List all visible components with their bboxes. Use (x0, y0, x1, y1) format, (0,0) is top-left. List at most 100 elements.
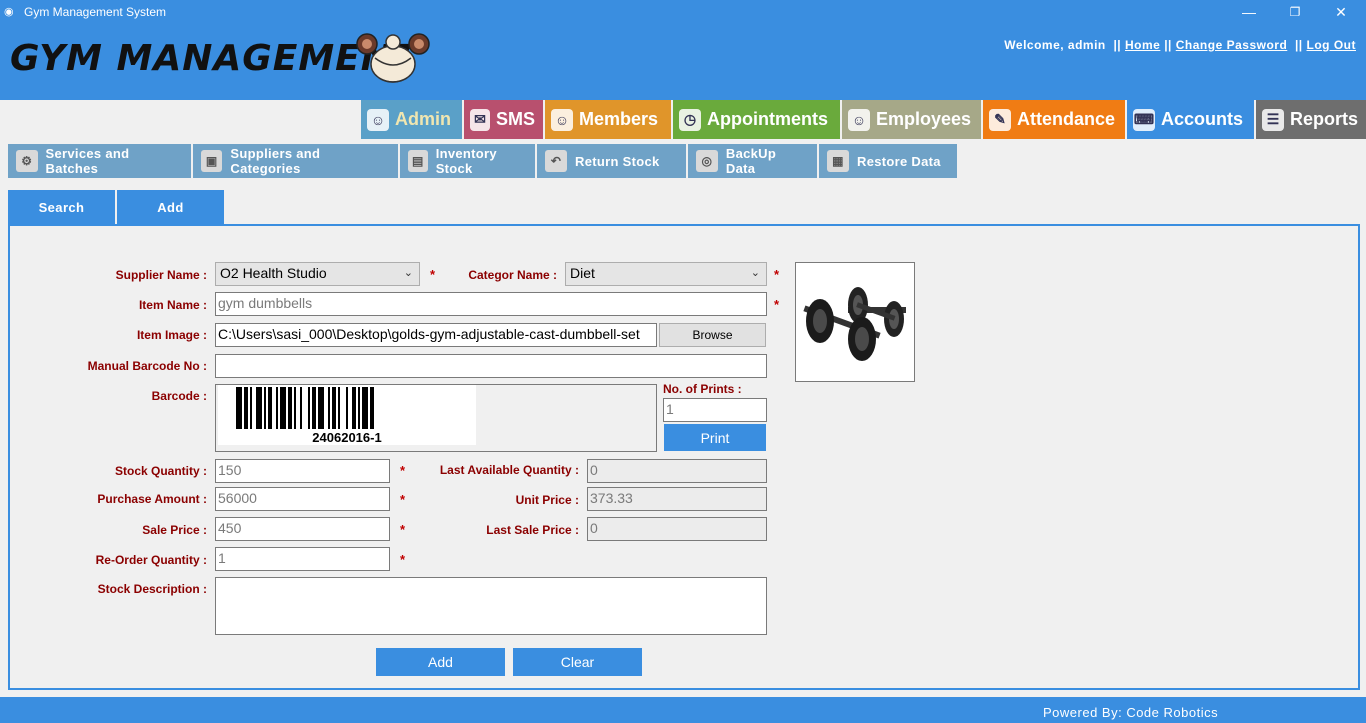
members-icon: ☺ (551, 108, 573, 131)
unit-price-label: Unit Price : (515, 493, 579, 507)
unit-price-input[interactable]: 373.33 (587, 487, 767, 511)
manual-barcode-label: Manual Barcode No : (87, 359, 207, 373)
logout-link[interactable]: Log Out (1307, 38, 1356, 52)
barcode-bar (362, 387, 368, 429)
restore-icon: ▦ (827, 150, 849, 172)
reorder-quantity-input[interactable]: 1 (215, 547, 390, 571)
barcode-bar (318, 387, 324, 429)
supplier-label: Supplier Name : (115, 268, 207, 282)
item-name-label: Item Name : (138, 298, 207, 312)
form-tabs: Search Add (8, 190, 224, 224)
subtab-restore-data[interactable]: ▦ Restore Data (819, 144, 957, 178)
minimize-button[interactable]: — (1226, 0, 1272, 24)
required-marker: * (400, 552, 406, 567)
tab-label: Admin (395, 109, 451, 129)
tab-appointments[interactable]: ◷ Appointments (673, 100, 840, 139)
barcode-bar (294, 387, 296, 429)
subtab-return-stock[interactable]: ↶ Return Stock (537, 144, 686, 178)
tab-add[interactable]: Add (117, 190, 224, 224)
sub-nav: ⚙ Services and Batches ▣ Suppliers and Cate… (8, 144, 957, 178)
required-marker: * (400, 522, 406, 537)
subtab-suppliers-and-categories[interactable]: ▣ Suppliers and Categories (193, 144, 398, 178)
tab-label: SMS (495, 109, 535, 129)
stock-description-input[interactable] (215, 577, 767, 635)
tab-admin[interactable]: ☺ Admin (361, 100, 462, 139)
prints-label: No. of Prints : (663, 382, 742, 396)
main-nav: ☺ Admin ✉ SMS ☺ Members ◷ Appointments ☺ Employee… (361, 100, 1366, 139)
tab-label: Attendance (1017, 109, 1116, 129)
subtab-services-and-batches[interactable]: ⚙ Services and Batches (8, 144, 191, 178)
home-link[interactable]: Home (1125, 38, 1160, 52)
admin-icon: ☺ (367, 108, 389, 131)
box-icon: ▣ (201, 150, 223, 172)
tab-label: Reports (1289, 109, 1358, 129)
last-available-label: Last Available Quantity : (439, 463, 579, 477)
return-icon: ↶ (545, 150, 567, 172)
separator: || (1164, 38, 1172, 52)
subtab-label: BackUp Data (725, 146, 777, 176)
tab-search[interactable]: Search (8, 190, 115, 224)
sale-price-input[interactable]: 450 (215, 517, 390, 541)
category-value: Diet (570, 265, 595, 281)
welcome-text: Welcome, admin (1004, 38, 1106, 52)
required-marker: * (774, 297, 780, 312)
barcode-text: 24062016-1 (312, 430, 382, 445)
tab-attendance[interactable]: ✎ Attendance (983, 100, 1125, 139)
barcode-bar (346, 387, 348, 429)
barcode-bars (236, 387, 374, 429)
add-button[interactable]: Add (376, 648, 505, 676)
welcome-bar: Welcome, admin || Home || Change Passwor… (1004, 38, 1356, 52)
last-available-input[interactable]: 0 (587, 459, 767, 483)
browse-button[interactable]: Browse (659, 323, 766, 347)
item-image-preview (795, 262, 915, 382)
sale-price-label: Sale Price : (142, 523, 207, 537)
dumbbell-icon (803, 287, 906, 361)
subtab-label: Services and Batches (45, 146, 130, 176)
supplier-select[interactable]: O2 Health Studio ⌄ (215, 262, 420, 286)
reports-icon: ☰ (1262, 108, 1284, 131)
subtab-label: Return Stock (575, 153, 660, 169)
bodybuilder-logo-icon (356, 33, 430, 83)
tab-employees[interactable]: ☺ Employees (842, 100, 981, 139)
tab-accounts[interactable]: ⌨ Accounts (1127, 100, 1254, 139)
tab-label: Employees (876, 109, 972, 129)
manual-barcode-input[interactable] (215, 354, 767, 378)
print-button[interactable]: Print (664, 424, 766, 451)
footer: Powered By: Code Robotics (0, 697, 1366, 723)
subtab-backup-data[interactable]: ◎ BackUp Data (688, 144, 817, 178)
last-sale-price-input[interactable]: 0 (587, 517, 767, 541)
title-bar: ◉ Gym Management System — ❐ ✕ (0, 0, 1366, 24)
category-select[interactable]: Diet ⌄ (565, 262, 767, 286)
stock-quantity-label: Stock Quantity : (114, 464, 207, 478)
item-image-label: Item Image : (136, 328, 207, 342)
sms-icon: ✉ (470, 108, 490, 131)
tab-sms[interactable]: ✉ SMS (464, 100, 543, 139)
barcode-bar (250, 387, 252, 429)
employees-icon: ☺ (848, 108, 870, 131)
prints-input[interactable]: 1 (663, 398, 767, 422)
stock-quantity-input[interactable]: 150 (215, 459, 390, 483)
window-title: Gym Management System (24, 5, 167, 19)
barcode-bar (308, 387, 310, 429)
required-marker: * (430, 267, 436, 282)
change-password-link[interactable]: Change Password (1176, 38, 1288, 52)
appointments-icon: ◷ (679, 108, 701, 131)
tab-label: Members (579, 109, 659, 129)
item-image-path-input[interactable]: C:\Users\sasi_000\Desktop\golds-gym-adju… (215, 323, 657, 347)
chevron-down-icon: ⌄ (403, 267, 413, 279)
supplier-value: O2 Health Studio (220, 265, 327, 281)
barcode-bar (328, 387, 330, 429)
tab-reports[interactable]: ☰ Reports (1256, 100, 1366, 139)
barcode-bar (236, 387, 242, 429)
tab-members[interactable]: ☺ Members (545, 100, 671, 139)
barcode-label: Barcode : (151, 389, 207, 403)
barcode-image: 24062016-1 (218, 385, 476, 445)
maximize-button[interactable]: ❐ (1272, 0, 1318, 24)
item-name-input[interactable]: gym dumbbells (215, 292, 767, 316)
clear-button[interactable]: Clear (513, 648, 642, 676)
required-marker: * (774, 267, 780, 282)
subtab-inventory-stock[interactable]: ▤ Inventory Stock (400, 144, 535, 178)
purchase-amount-input[interactable]: 56000 (215, 487, 390, 511)
close-button[interactable]: ✕ (1318, 0, 1364, 24)
subtab-label: Suppliers and Categories (230, 146, 321, 176)
